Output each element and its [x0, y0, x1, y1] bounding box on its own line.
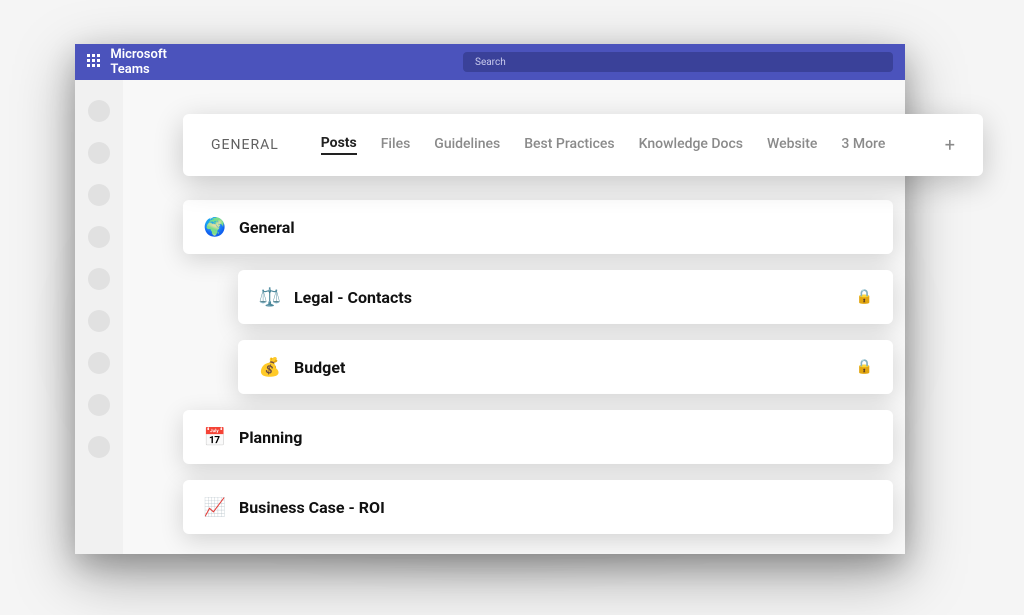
left-rail [75, 80, 123, 554]
rail-item[interactable] [88, 352, 110, 374]
money-bag-icon: 💰 [258, 357, 282, 378]
tab-files[interactable]: Files [381, 136, 411, 154]
channel-item-roi[interactable]: 📈 Business Case - ROI [183, 480, 893, 534]
rail-item[interactable] [88, 436, 110, 458]
rail-item[interactable] [88, 310, 110, 332]
tab-best-practices[interactable]: Best Practices [524, 136, 614, 154]
search-input[interactable]: Search [463, 52, 893, 72]
tab-posts[interactable]: Posts [321, 135, 357, 155]
search-placeholder: Search [475, 57, 506, 68]
app-launcher-icon[interactable] [87, 54, 100, 70]
app-title: Microsoft Teams [110, 47, 193, 77]
tab-website[interactable]: Website [767, 136, 817, 154]
globe-icon: 🌍 [203, 217, 227, 238]
channel-list: 🌍 General ⚖️ Legal - Contacts 🔒 💰 Budget… [183, 200, 915, 550]
tab-more[interactable]: 3 More [841, 136, 885, 154]
channel-label: Legal - Contacts [294, 288, 412, 307]
body-area: GENERAL Posts Files Guidelines Best Prac… [75, 80, 905, 554]
lock-icon: 🔒 [856, 289, 873, 305]
channel-item-planning[interactable]: 📅 Planning [183, 410, 893, 464]
channel-tabbar: GENERAL Posts Files Guidelines Best Prac… [183, 114, 983, 176]
channel-item-budget[interactable]: 💰 Budget 🔒 [238, 340, 893, 394]
rail-item[interactable] [88, 394, 110, 416]
tab-knowledge-docs[interactable]: Knowledge Docs [639, 136, 743, 154]
rail-item[interactable] [88, 268, 110, 290]
channel-label: Planning [239, 428, 302, 447]
channel-label: Budget [294, 358, 345, 377]
channel-label: Business Case - ROI [239, 498, 385, 517]
channel-item-general[interactable]: 🌍 General [183, 200, 893, 254]
scales-icon: ⚖️ [258, 287, 282, 308]
title-bar: Microsoft Teams Search [75, 44, 905, 80]
chart-icon: 📈 [203, 497, 227, 518]
lock-icon: 🔒 [856, 359, 873, 375]
main-content: GENERAL Posts Files Guidelines Best Prac… [123, 80, 905, 554]
app-window: Microsoft Teams Search GENERAL Posts Fil… [75, 44, 905, 554]
rail-item[interactable] [88, 184, 110, 206]
rail-item[interactable] [88, 100, 110, 122]
rail-item[interactable] [88, 226, 110, 248]
channel-item-legal[interactable]: ⚖️ Legal - Contacts 🔒 [238, 270, 893, 324]
add-tab-button[interactable]: + [945, 135, 955, 156]
tab-guidelines[interactable]: Guidelines [434, 136, 500, 154]
rail-item[interactable] [88, 142, 110, 164]
channel-label: General [239, 218, 295, 237]
calendar-icon: 📅 [203, 427, 227, 448]
channel-name: GENERAL [211, 137, 279, 153]
